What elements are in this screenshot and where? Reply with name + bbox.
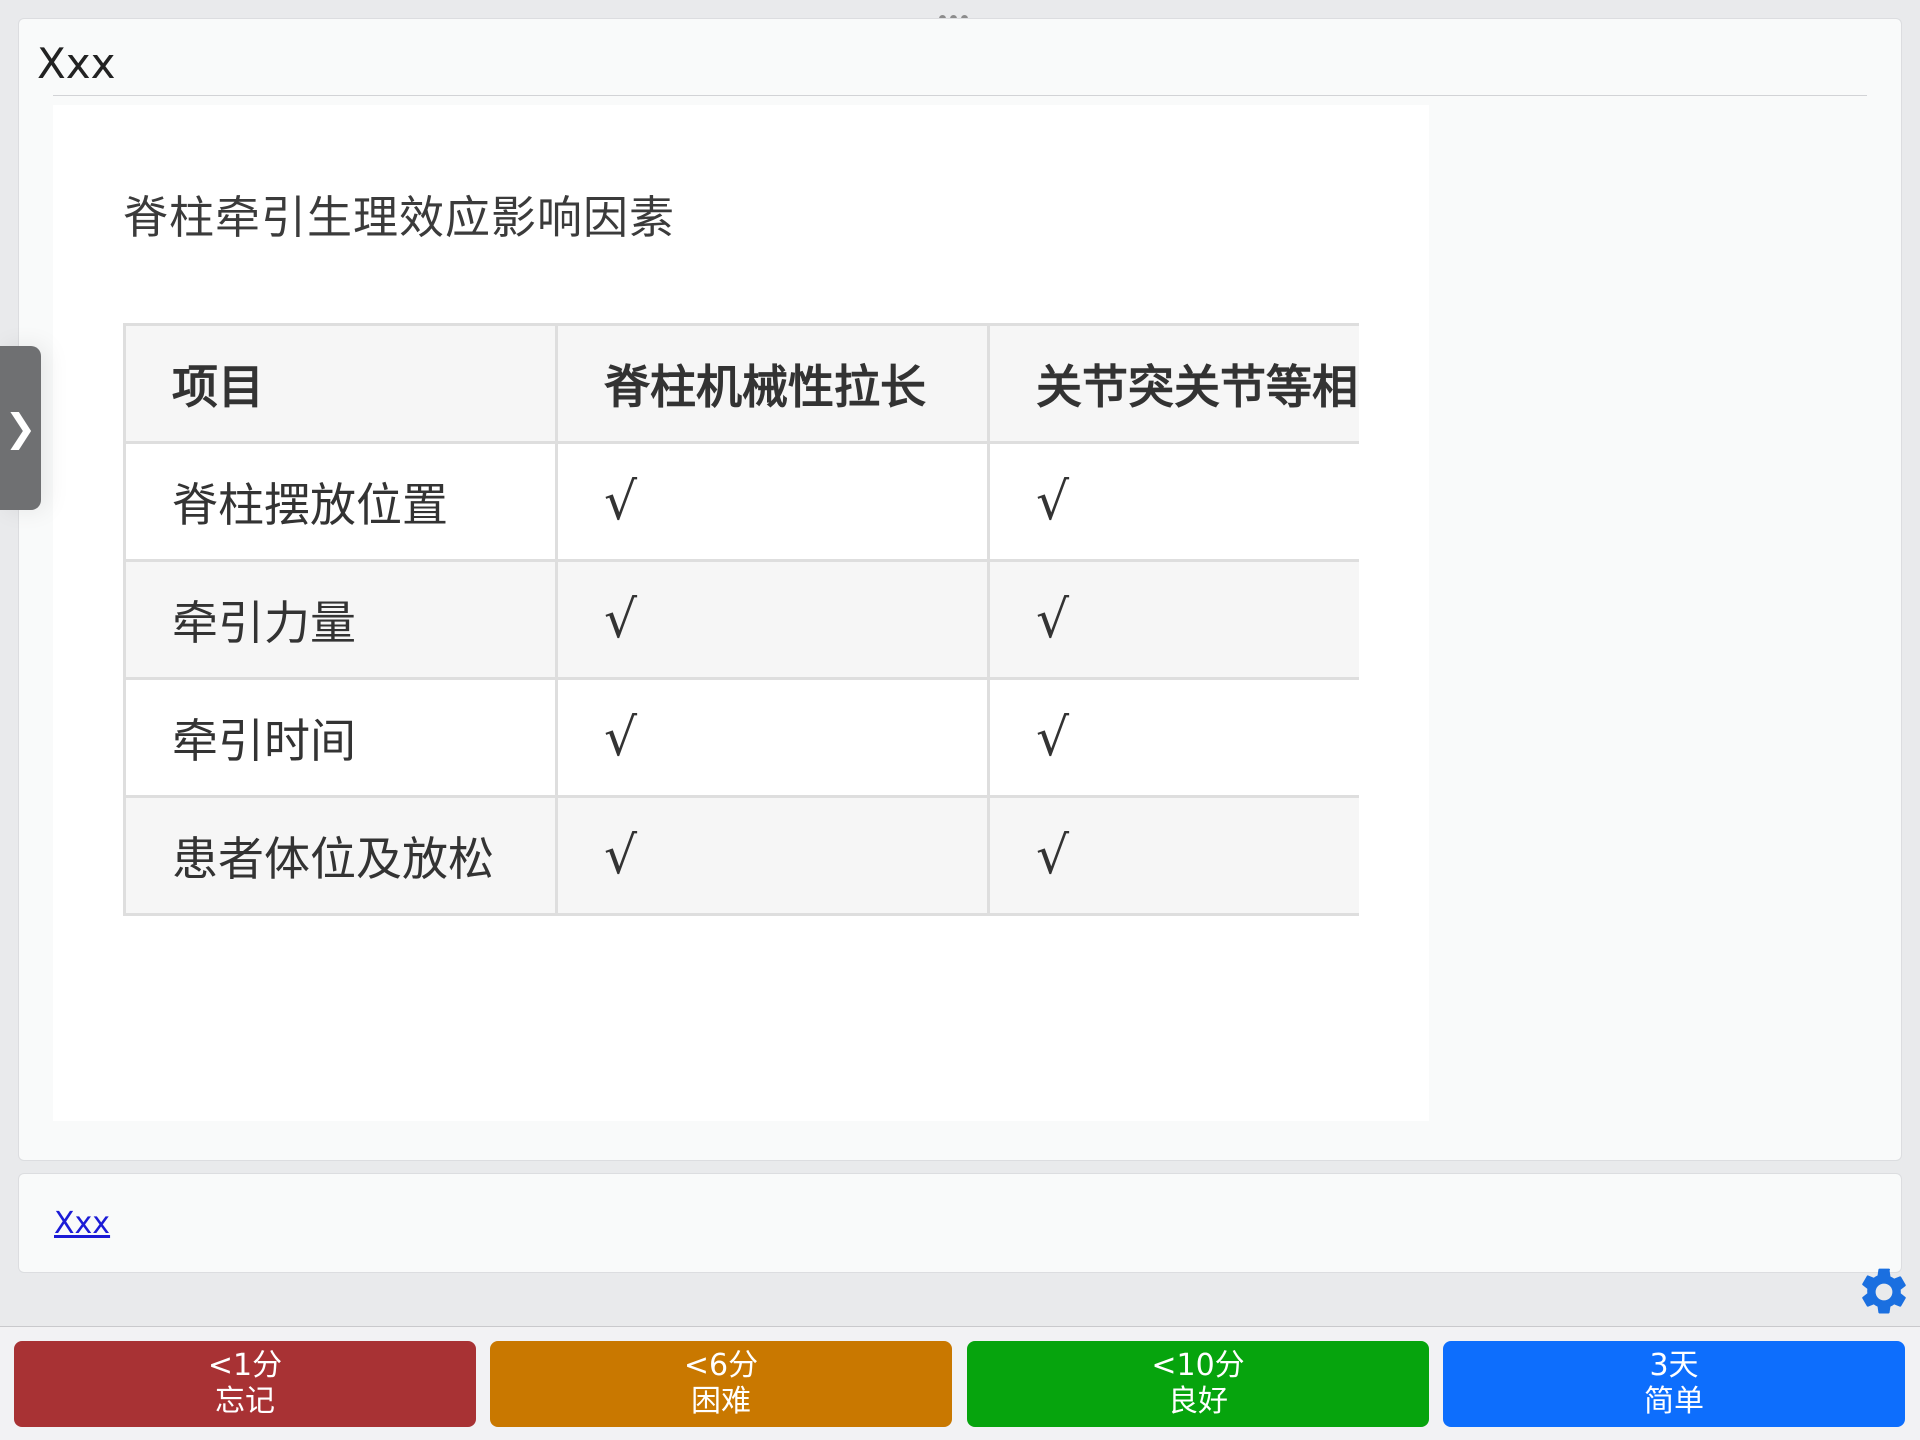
table-row: 脊柱摆放位置 √ √ — [123, 441, 1359, 562]
check-mark: √ — [555, 559, 990, 680]
factors-table-wrapper: 项目 脊柱机械性拉长 关节突关节等相 脊柱摆放位置 √ √ 牵引力量 √ √ 牵… — [123, 323, 1359, 923]
table-cell: 牵引力量 — [123, 559, 558, 680]
again-button[interactable]: <1分 忘记 — [14, 1341, 476, 1427]
answer-bar: <1分 忘记 <6分 困难 <10分 良好 3天 简单 — [0, 1326, 1920, 1440]
factors-table: 项目 脊柱机械性拉长 关节突关节等相 脊柱摆放位置 √ √ 牵引力量 √ √ 牵… — [123, 323, 1359, 916]
check-mark: √ — [555, 795, 990, 916]
sidebar-toggle-button[interactable]: ❯ — [0, 346, 41, 510]
answer-label: 困难 — [691, 1384, 751, 1419]
note-image: 脊柱牵引生理效应影响因素 项目 脊柱机械性拉长 关节突关节等相 脊柱摆放位置 √… — [53, 105, 1429, 1121]
table-row: 牵引时间 √ √ — [123, 677, 1359, 798]
answer-label: 良好 — [1168, 1384, 1228, 1419]
answer-interval: <6分 — [683, 1348, 759, 1383]
check-mark: √ — [555, 441, 990, 562]
check-mark: √ — [987, 795, 1359, 916]
answer-interval: <10分 — [1151, 1348, 1245, 1383]
easy-button[interactable]: 3天 简单 — [1443, 1341, 1905, 1427]
answer-interval: 3天 — [1649, 1348, 1699, 1383]
title-divider — [53, 95, 1867, 96]
answer-label: 忘记 — [215, 1384, 275, 1419]
front-card: Xxx 脊柱牵引生理效应影响因素 项目 脊柱机械性拉长 关节突关节等相 脊柱摆放… — [18, 18, 1902, 1161]
table-header: 关节突关节等相 — [987, 323, 1359, 444]
good-button[interactable]: <10分 良好 — [967, 1341, 1429, 1427]
answer-label: 简单 — [1644, 1384, 1704, 1419]
check-mark: √ — [987, 441, 1359, 562]
table-header: 脊柱机械性拉长 — [555, 323, 990, 444]
chevron-right-icon: ❯ — [4, 406, 37, 450]
table-header: 项目 — [123, 323, 558, 444]
table-row: 牵引力量 √ √ — [123, 559, 1359, 680]
table-header-row: 项目 脊柱机械性拉长 关节突关节等相 — [123, 323, 1359, 444]
review-screen: Xxx 脊柱牵引生理效应影响因素 项目 脊柱机械性拉长 关节突关节等相 脊柱摆放… — [0, 0, 1920, 1440]
answer-interval: <1分 — [207, 1348, 283, 1383]
table-row: 患者体位及放松 √ √ — [123, 795, 1359, 916]
back-card: Xxx — [18, 1173, 1902, 1273]
back-link[interactable]: Xxx — [54, 1206, 110, 1241]
hard-button[interactable]: <6分 困难 — [490, 1341, 952, 1427]
gear-icon[interactable] — [1856, 1264, 1912, 1320]
table-cell: 患者体位及放松 — [123, 795, 558, 916]
table-cell: 牵引时间 — [123, 677, 558, 798]
table-cell: 脊柱摆放位置 — [123, 441, 558, 562]
check-mark: √ — [555, 677, 990, 798]
note-heading: 脊柱牵引生理效应影响因素 — [123, 191, 676, 244]
check-mark: √ — [987, 677, 1359, 798]
check-mark: √ — [987, 559, 1359, 680]
card-title: Xxx — [37, 39, 116, 88]
